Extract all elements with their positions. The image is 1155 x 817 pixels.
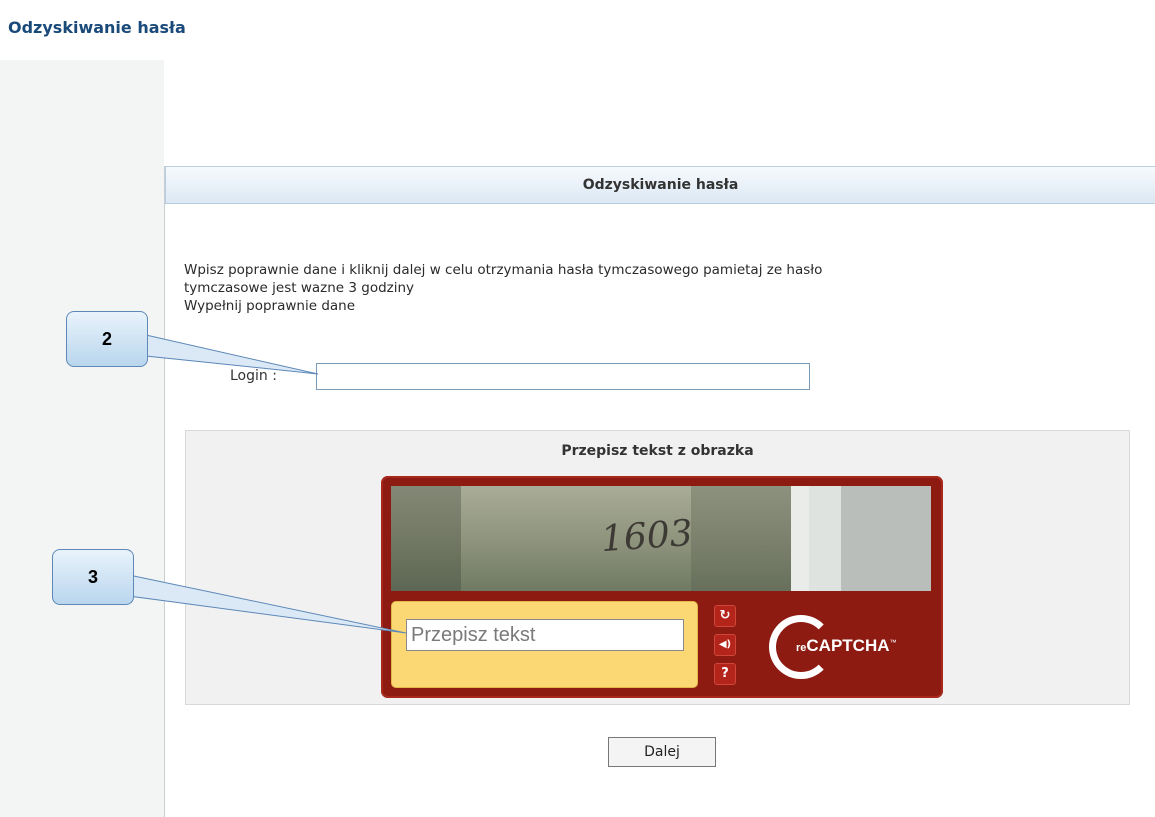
recaptcha-logo-text: reCAPTCHA™ bbox=[796, 636, 897, 656]
callout-3: 3 bbox=[52, 549, 134, 605]
instruction-line-2: tymczasowe jest wazne 3 godziny bbox=[184, 280, 415, 296]
recaptcha-logo-tm: ™ bbox=[889, 639, 897, 647]
captcha-controls: ↻ ◀) ? bbox=[710, 603, 758, 688]
captcha-section: Przepisz tekst z obrazka 1603 ↻ ◀) ? reC… bbox=[185, 430, 1130, 705]
instruction-line-3: Wypełnij poprawnie dane bbox=[184, 298, 356, 314]
left-sidebar-background bbox=[0, 60, 164, 817]
page-title: Odzyskiwanie hasła bbox=[8, 18, 186, 37]
reload-icon[interactable]: ↻ bbox=[714, 605, 736, 627]
captcha-input-box bbox=[391, 601, 698, 688]
help-icon[interactable]: ? bbox=[714, 663, 736, 685]
instruction-line-1: Wpisz poprawnie dane i kliknij dalej w c… bbox=[184, 262, 823, 278]
next-button[interactable]: Dalej bbox=[608, 737, 716, 767]
audio-icon[interactable]: ◀) bbox=[714, 634, 736, 656]
login-label: Login : bbox=[230, 368, 277, 384]
recaptcha-widget: 1603 ↻ ◀) ? reCAPTCHA™ bbox=[381, 476, 943, 698]
captcha-input[interactable] bbox=[406, 619, 684, 651]
callout-2: 2 bbox=[66, 311, 148, 367]
captcha-title: Przepisz tekst z obrazka bbox=[561, 443, 754, 459]
recaptcha-logo-re: re bbox=[796, 642, 807, 654]
login-input[interactable] bbox=[316, 363, 810, 390]
captcha-image-text: 1603 bbox=[599, 512, 694, 561]
panel-header: Odzyskiwanie hasła bbox=[165, 166, 1155, 204]
instructions: Wpisz poprawnie dane i kliknij dalej w c… bbox=[184, 261, 1144, 315]
recaptcha-logo-brand: CAPTCHA bbox=[806, 636, 890, 655]
captcha-image: 1603 bbox=[391, 486, 931, 591]
password-recovery-panel: Odzyskiwanie hasła Wpisz poprawnie dane … bbox=[164, 166, 1155, 817]
